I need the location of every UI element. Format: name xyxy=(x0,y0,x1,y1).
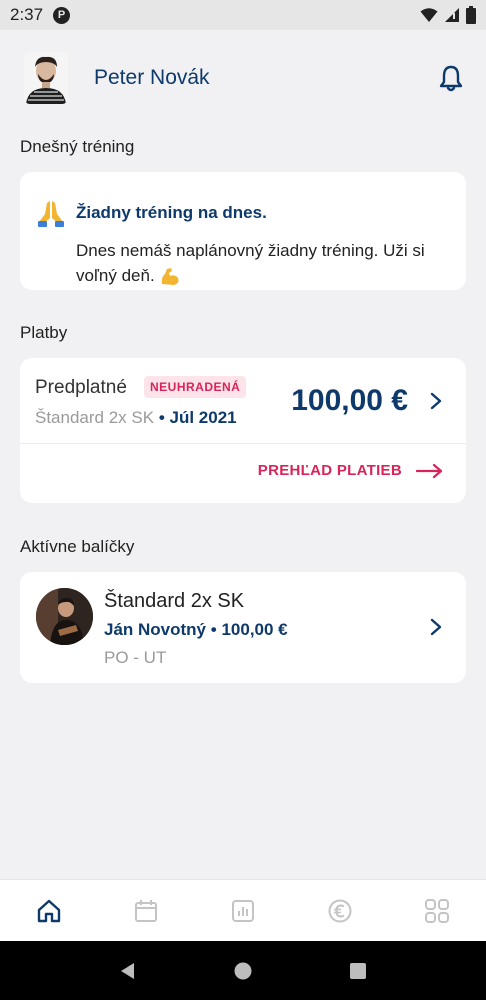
recents-icon[interactable] xyxy=(348,961,368,981)
payment-separator: • xyxy=(158,408,165,427)
payment-row[interactable]: Predplatné NEUHRADENÁ Štandard 2x SK • J… xyxy=(20,358,466,444)
today-text-content: Dnes nemáš naplánovný žiadny tréning. Už… xyxy=(76,241,425,285)
profile-header: Peter Novák xyxy=(24,52,466,104)
back-icon[interactable] xyxy=(118,961,138,981)
package-coach: Ján Novotný • 100,00 € xyxy=(104,620,288,640)
grid-icon xyxy=(425,898,450,923)
today-text: Dnes nemáš naplánovný žiadny tréning. Už… xyxy=(76,238,446,288)
avatar[interactable] xyxy=(24,52,68,104)
euro-icon xyxy=(328,899,352,922)
chevron-right-icon xyxy=(430,392,442,410)
payment-plan: Štandard 2x SK xyxy=(35,408,155,427)
package-days: PO - UT xyxy=(104,648,167,667)
divider xyxy=(20,443,466,444)
nav-home[interactable] xyxy=(29,891,69,931)
nav-more[interactable] xyxy=(417,891,457,931)
nav-payments[interactable] xyxy=(320,891,360,931)
battery-icon xyxy=(466,6,476,24)
nav-stats[interactable] xyxy=(223,891,263,931)
home-icon xyxy=(37,899,60,922)
today-training-card: Žiadny tréning na dnes. Dnes nemáš naplá… xyxy=(20,172,466,290)
payment-period: Júl 2021 xyxy=(169,408,237,427)
today-title: Žiadny tréning na dnes. xyxy=(76,203,267,222)
wifi-icon xyxy=(420,8,438,22)
section-title-packages: Aktívne balíčky xyxy=(20,537,135,556)
praying-hands-icon xyxy=(38,201,64,227)
status-time: 2:37 xyxy=(10,5,44,24)
section-title-today: Dnešný tréning xyxy=(20,137,135,156)
package-separator: • xyxy=(210,620,217,639)
payment-label: Predplatné xyxy=(35,377,127,398)
package-price: 100,00 € xyxy=(221,620,288,639)
payment-amount: 100,00 € xyxy=(291,384,408,417)
home-circle-icon[interactable] xyxy=(233,961,253,981)
payment-overview-label: PREHĽAD PLATIEB xyxy=(257,462,402,479)
flexed-biceps-icon xyxy=(162,267,179,285)
payment-card: Predplatné NEUHRADENÁ Štandard 2x SK • J… xyxy=(20,358,466,503)
system-navigation-bar xyxy=(0,941,486,1000)
payment-details: Štandard 2x SK • Júl 2021 xyxy=(35,408,237,428)
package-coach-name: Ján Novotný xyxy=(104,620,207,639)
package-name: Štandard 2x SK xyxy=(104,590,245,612)
calendar-icon xyxy=(134,899,157,922)
nav-calendar[interactable] xyxy=(126,891,166,931)
bottom-navigation xyxy=(0,879,486,941)
signal-icon xyxy=(445,8,459,22)
status-badge: NEUHRADENÁ xyxy=(144,376,247,398)
status-bar: 2:37 P xyxy=(0,0,486,30)
arrow-right-icon xyxy=(416,463,443,478)
chevron-right-icon xyxy=(430,618,442,636)
user-name[interactable]: Peter Novák xyxy=(94,66,210,90)
payment-overview-link[interactable]: PREHĽAD PLATIEB xyxy=(258,462,444,479)
package-card[interactable]: Štandard 2x SK Ján Novotný • 100,00 € PO… xyxy=(20,572,466,683)
section-title-payments: Platby xyxy=(20,323,68,342)
stats-icon xyxy=(231,899,254,922)
status-indicators xyxy=(420,6,476,24)
app-notification-icon: P xyxy=(53,6,71,24)
coach-photo xyxy=(36,588,93,645)
bell-icon[interactable] xyxy=(436,63,466,93)
